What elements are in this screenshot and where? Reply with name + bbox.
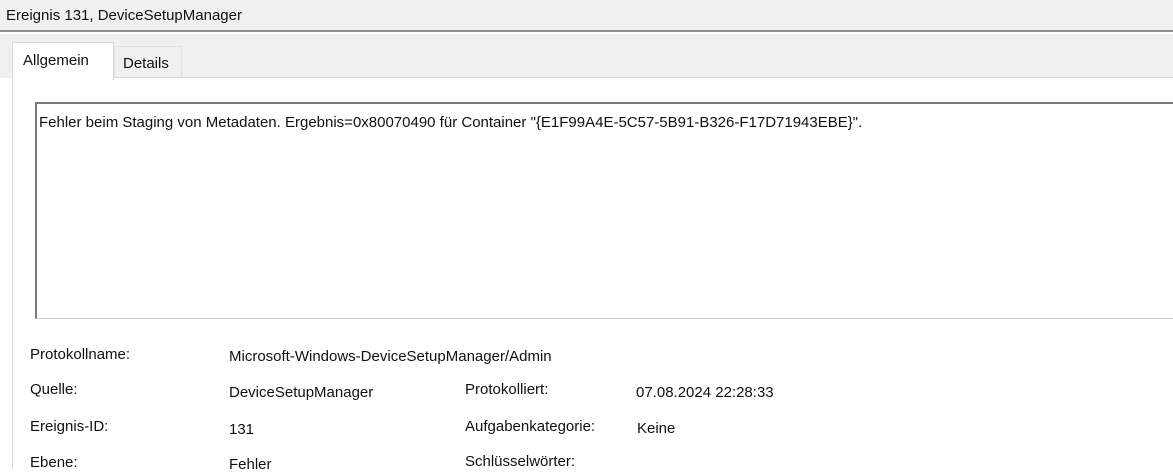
quelle-label: Quelle: [30, 381, 78, 398]
aufgabenkategorie-label: Aufgabenkategorie: [465, 418, 596, 435]
aufgabenkategorie-value: Keine [637, 420, 676, 437]
tab-details[interactable]: Details [114, 46, 182, 78]
event-message-box[interactable]: Fehler beim Staging von Metadaten. Ergeb… [35, 102, 1173, 319]
ebene-value: Fehler [229, 456, 272, 473]
tab-strip: Allgemein Details [0, 34, 1173, 80]
ebene-label: Ebene: [30, 454, 78, 471]
schluesselwoerter-label: Schlüsselwörter: [465, 453, 576, 470]
tab-allgemein[interactable]: Allgemein [12, 42, 114, 80]
protokolliert-label: Protokolliert: [465, 381, 549, 398]
protokollname-label: Protokollname: [30, 346, 131, 363]
ereignis-id-value: 131 [229, 421, 255, 438]
quelle-value: DeviceSetupManager [229, 384, 374, 401]
ereignis-id-label: Ereignis-ID: [30, 418, 109, 435]
window-title: Ereignis 131, DeviceSetupManager [6, 7, 242, 24]
window-title-bar: Ereignis 131, DeviceSetupManager [0, 0, 1173, 32]
event-message-text: Fehler beim Staging von Metadaten. Ergeb… [39, 114, 863, 131]
protokolliert-value: 07.08.2024 22:28:33 [636, 384, 774, 401]
protokollname-value: Microsoft-Windows-DeviceSetupManager/Adm… [229, 348, 552, 365]
general-panel: Fehler beim Staging von Metadaten. Ergeb… [12, 77, 1173, 473]
